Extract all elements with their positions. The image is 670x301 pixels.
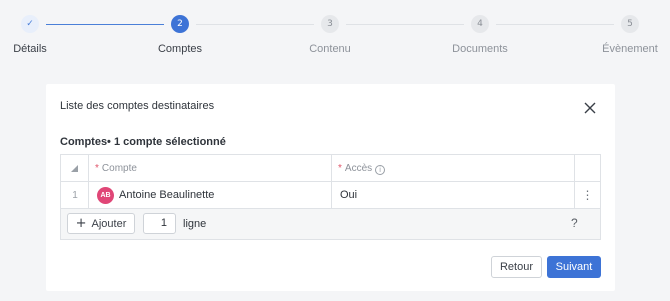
column-header-compte[interactable]: * Compte — [89, 155, 332, 181]
access-value: Oui — [340, 189, 358, 201]
select-all-cell[interactable] — [61, 155, 89, 181]
row-unit-label: ligne — [183, 218, 207, 230]
table-header: * Compte * Accès i — [61, 155, 600, 182]
row-index-cell: 1 — [61, 182, 89, 208]
table-row[interactable]: 1 AB Antoine Beaulinette Oui ⋮ — [61, 182, 600, 209]
step-evenement[interactable]: 5 Évènement — [580, 15, 670, 55]
column-label: Accès — [344, 163, 373, 174]
row-actions-cell: ⋮ — [575, 182, 600, 208]
check-icon: ✓ — [21, 15, 39, 33]
step-number: 4 — [471, 15, 489, 33]
step-label: Contenu — [309, 43, 351, 55]
column-label: Compte — [101, 163, 137, 174]
accounts-card: Liste des comptes destinataires Comptes•… — [46, 84, 615, 291]
step-label: Évènement — [602, 43, 658, 55]
corner-triangle-icon — [71, 165, 78, 172]
column-header-actions — [575, 155, 600, 181]
avatar: AB — [97, 187, 114, 204]
column-header-acces[interactable]: * Accès i — [332, 155, 575, 181]
more-vertical-icon[interactable]: ⋮ — [575, 187, 600, 203]
required-marker: * — [338, 163, 342, 174]
card-title: Liste des comptes destinataires — [60, 100, 215, 112]
section-title: Comptes• 1 compte sélectionné — [60, 136, 226, 148]
step-documents[interactable]: 4 Documents — [430, 15, 530, 55]
access-cell[interactable]: Oui — [332, 182, 575, 208]
step-label: Comptes — [157, 43, 203, 55]
close-icon[interactable] — [582, 100, 598, 116]
table-footer: + Ajouter 1 ligne ? — [61, 209, 600, 239]
add-row-button[interactable]: + Ajouter — [67, 213, 135, 234]
stepper: ✓ Détails 2 Comptes 3 Contenu 4 Document… — [0, 0, 670, 70]
step-details[interactable]: ✓ Détails — [0, 15, 80, 55]
row-index: 1 — [72, 190, 78, 201]
step-number: 5 — [621, 15, 639, 33]
step-number: 2 — [171, 15, 189, 33]
step-label: Documents — [452, 43, 508, 55]
plus-icon: + — [75, 216, 87, 231]
info-icon[interactable]: i — [375, 165, 386, 175]
row-count-input[interactable]: 1 — [143, 213, 176, 234]
accounts-table: * Compte * Accès i 1 AB Antoine Beaulinette… — [60, 154, 601, 240]
step-comptes[interactable]: 2 Comptes — [130, 15, 230, 55]
account-name: Antoine Beaulinette — [119, 189, 215, 201]
back-button[interactable]: Retour — [491, 256, 542, 278]
add-label: Ajouter — [91, 217, 127, 230]
next-button[interactable]: Suivant — [547, 256, 601, 278]
step-number: 3 — [321, 15, 339, 33]
step-contenu[interactable]: 3 Contenu — [280, 15, 380, 55]
required-marker: * — [95, 163, 99, 174]
account-cell[interactable]: AB Antoine Beaulinette — [89, 182, 332, 208]
help-icon[interactable]: ? — [571, 216, 578, 230]
step-label: Détails — [13, 43, 47, 55]
